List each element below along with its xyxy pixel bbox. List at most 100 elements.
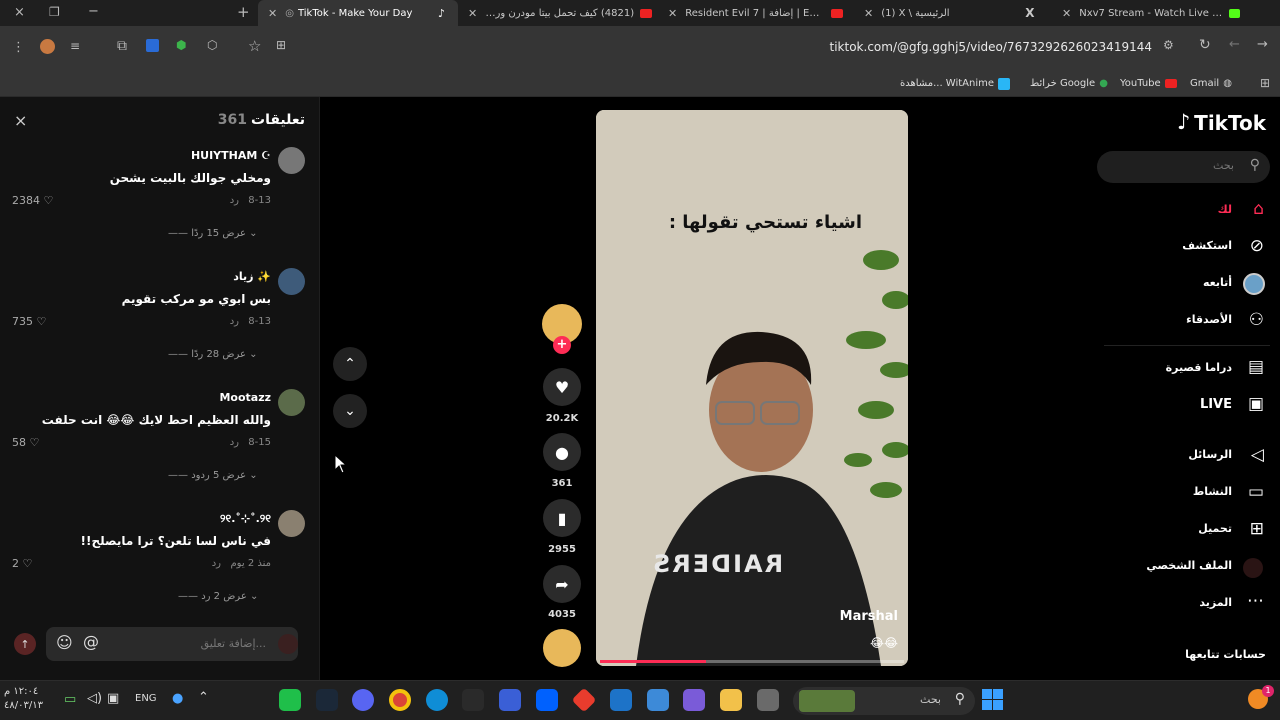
minimize-window-button[interactable]: − [88, 4, 99, 19]
tab-kick[interactable]: ✕ Nxv7 Stream - Watch Live on Ki [1056, 0, 1246, 26]
avatar[interactable] [278, 389, 305, 416]
tab-youtube-2[interactable]: ✕ Resident Evil 7 | إضافة | End of Zo [662, 0, 854, 26]
follow-button[interactable]: + [553, 336, 571, 354]
view-replies-button[interactable]: —— عرض 15 ردًا ⌄ [168, 228, 258, 239]
extension-icon[interactable] [146, 39, 159, 52]
tab-tiktok[interactable]: ✕ ◎ TikTok - Make Your Day ♪ [258, 0, 458, 26]
search-input[interactable]: بحث ⚲ [1097, 151, 1270, 183]
video-progress-track[interactable] [600, 660, 904, 663]
clock[interactable]: ١٢:٠٤ م ٤٨/٠٣/١٣ [4, 685, 43, 713]
forward-icon[interactable]: ← [1229, 37, 1240, 52]
nav-live[interactable]: LIVE [1200, 397, 1232, 412]
close-window-button[interactable]: × [14, 5, 25, 20]
send-icon[interactable]: ◁ [1251, 445, 1264, 465]
task-view-icon[interactable] [757, 689, 779, 711]
taskbar-search[interactable]: بحث ⚲ [793, 687, 975, 715]
view-replies-button[interactable]: —— عرض 28 ردًا ⌄ [168, 349, 258, 360]
file-explorer-app-icon[interactable] [720, 689, 742, 711]
activity-icon[interactable]: ▭ [1248, 482, 1264, 502]
battery-icon[interactable]: ▭ [64, 692, 76, 707]
reload-icon[interactable]: ↻ [1199, 37, 1211, 53]
avatar[interactable] [278, 147, 305, 174]
nav-more[interactable]: المزيد [1199, 596, 1232, 609]
tab-close-icon[interactable]: ✕ [268, 7, 277, 20]
nav-for-you[interactable]: لك [1218, 203, 1232, 216]
tiktok-logo[interactable]: TikTok [1194, 111, 1266, 135]
save-button[interactable]: ▮ [543, 499, 581, 537]
music-disc-icon[interactable] [543, 629, 581, 667]
previous-video-button[interactable]: ⌃ [333, 347, 367, 381]
nav-short-drama[interactable]: دراما قصيرة [1166, 361, 1232, 374]
mention-icon[interactable]: @ [83, 632, 99, 651]
new-tab-button[interactable]: + [237, 3, 250, 21]
upload-icon[interactable]: ⊞ [1250, 519, 1264, 539]
view-replies-button[interactable]: —— عرض 2 رد ⌄ [178, 591, 258, 602]
bookmark-youtube[interactable]: YouTube [1120, 70, 1177, 97]
comment-like[interactable]: 58 ♡ [12, 436, 39, 449]
compass-icon[interactable]: ⊘ [1250, 236, 1264, 256]
bookmark-gmail[interactable]: Gmail ◍ [1190, 70, 1232, 97]
playlist-icon[interactable]: ≡ [70, 39, 80, 53]
tab-close-icon[interactable]: ✕ [864, 7, 873, 20]
reply-button[interactable]: رد [230, 316, 239, 327]
nav-friends[interactable]: الأصدقاء [1186, 313, 1232, 326]
nav-activity[interactable]: النشاط [1193, 485, 1232, 498]
volume-icon[interactable]: ◁) [87, 691, 102, 706]
post-comment-button[interactable]: ↑ [14, 633, 36, 655]
bookmark-witanime[interactable]: مشاهدة... WitAnime [900, 70, 1011, 97]
comment-like[interactable]: 2384 ♡ [12, 194, 53, 207]
close-comments-button[interactable]: × [14, 111, 27, 130]
avatar[interactable] [278, 268, 305, 295]
profile-icon[interactable] [1243, 558, 1263, 578]
bookmark-star-icon[interactable]: ☆ [248, 37, 261, 55]
copilot-app-icon[interactable] [683, 689, 705, 711]
comment-username[interactable]: HUIYTHAM ☪ [191, 149, 271, 162]
anydesk-app-icon[interactable] [571, 687, 597, 713]
comment-username[interactable]: Mootazz [219, 391, 271, 404]
nav-profile[interactable]: الملف الشخصي [1146, 559, 1232, 572]
reply-button[interactable]: رد [230, 437, 239, 448]
xbox-app-icon[interactable] [279, 689, 301, 711]
avatar-icon[interactable] [1243, 273, 1265, 295]
steam-app-icon[interactable] [316, 689, 338, 711]
site-settings-icon[interactable]: ⚙ [1163, 38, 1174, 52]
comment-input[interactable]: ☺ @ إضافة تعليق... [46, 627, 298, 661]
restore-window-button[interactable]: ❐ [49, 5, 60, 19]
nav-explore[interactable]: استكشف [1182, 239, 1232, 252]
dropbox-app-icon[interactable] [536, 689, 558, 711]
more-icon[interactable]: ⋯ [1247, 591, 1264, 611]
menu-dots-icon[interactable]: ⋮ [12, 40, 25, 55]
comment-like[interactable]: 2 ♡ [12, 557, 32, 570]
reply-button[interactable]: رد [230, 195, 239, 206]
comment-username[interactable]: زياد ✨ [233, 270, 271, 283]
network-icon[interactable]: ▣ [107, 691, 119, 706]
tab-youtube-1[interactable]: ✕ (4821) كيف تحمل بيتا مودرن وراف [462, 0, 658, 26]
edge-app-icon[interactable] [426, 689, 448, 711]
live-icon[interactable]: ▣ [1248, 394, 1264, 414]
share-button[interactable]: ➦ [543, 565, 581, 603]
mail-app-icon[interactable] [610, 689, 632, 711]
apps-grid-icon[interactable]: ⊞ [1260, 76, 1270, 90]
extension-avatar-icon[interactable] [40, 39, 55, 54]
view-replies-button[interactable]: —— عرض 5 ردود ⌄ [168, 470, 258, 481]
comment-button[interactable]: ● [543, 433, 581, 471]
app-icon[interactable] [499, 689, 521, 711]
windows-start-button[interactable] [982, 689, 1004, 711]
translate-icon[interactable]: ⊞ [276, 38, 286, 52]
nav-messages[interactable]: الرسائل [1188, 448, 1232, 461]
comment-like[interactable]: 735 ♡ [12, 315, 46, 328]
extensions-icon[interactable]: ⧉ [117, 38, 127, 54]
reply-button[interactable]: رد [212, 558, 221, 569]
epic-games-app-icon[interactable] [462, 689, 484, 711]
microphone-icon[interactable]: ● [172, 691, 183, 706]
chrome-app-icon[interactable] [389, 689, 411, 711]
bookmark-maps[interactable]: خرائط Google ● [1030, 70, 1108, 97]
discord-app-icon[interactable] [352, 689, 374, 711]
store-app-icon[interactable] [647, 689, 669, 711]
comment-username[interactable]: ୨୧.˚⊹˚.୨୧ [220, 512, 271, 526]
nav-following[interactable]: أتابعه [1203, 276, 1232, 289]
video-author[interactable]: Marshal [840, 609, 898, 624]
tab-close-icon[interactable]: ✕ [668, 7, 677, 20]
tab-x[interactable]: ✕ (1) X \ الرئيسية X [858, 0, 1052, 26]
language-indicator[interactable]: ENG [135, 693, 157, 704]
